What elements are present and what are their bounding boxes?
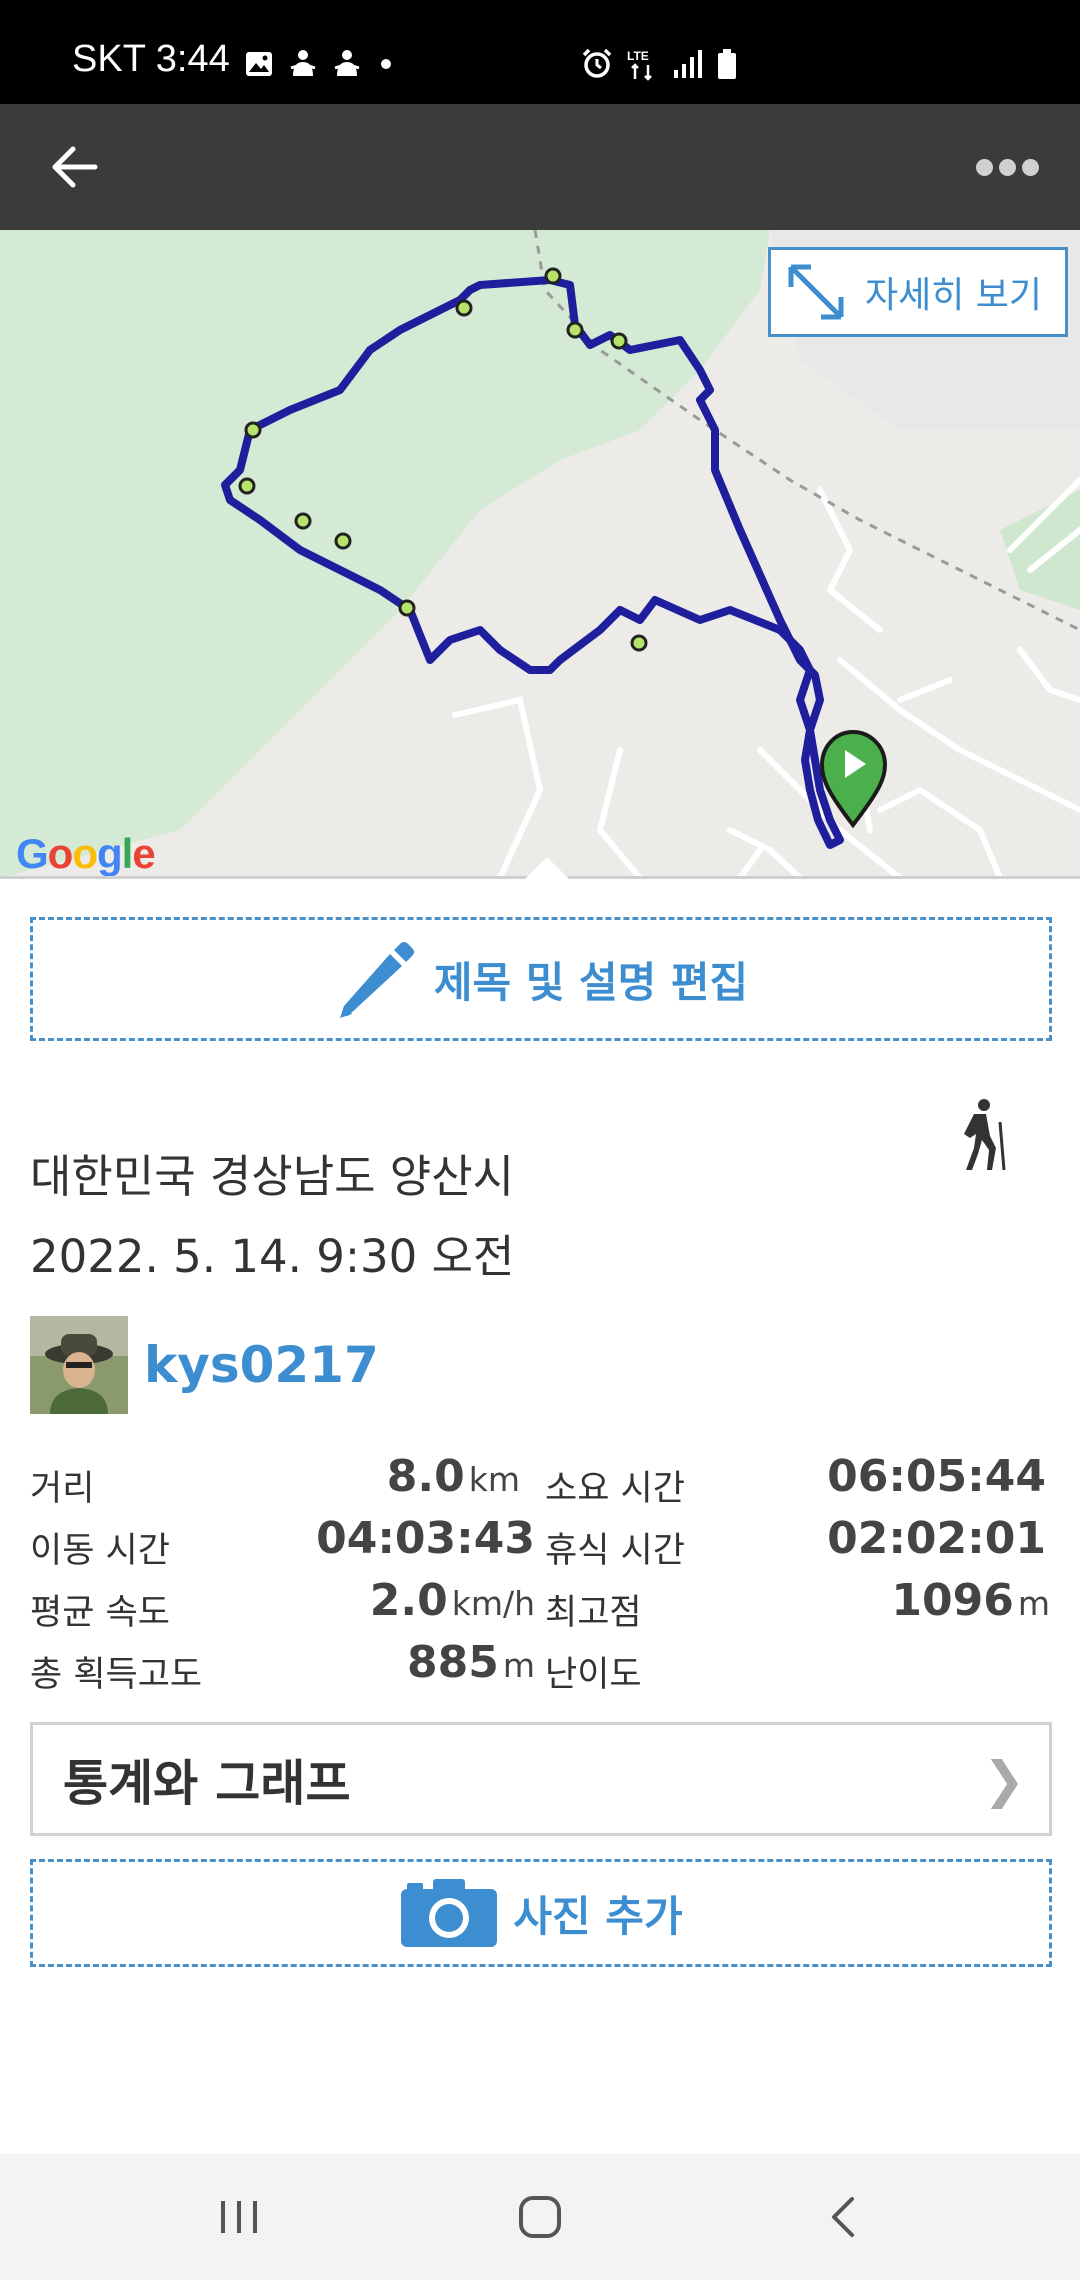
map-notch: [525, 857, 569, 879]
signal-icon: [674, 50, 702, 78]
datetime-text: 2022. 5. 14. 9:30 오전: [30, 1230, 515, 1283]
username[interactable]: kys0217: [144, 1336, 379, 1394]
edit-title-description-button[interactable]: 제목 및 설명 편집: [30, 917, 1052, 1041]
pencil-icon: [339, 942, 414, 1018]
view-details-button[interactable]: 자세히 보기: [768, 247, 1068, 337]
home-icon: [519, 2196, 561, 2238]
route-map[interactable]: 자세히 보기 Google: [0, 230, 1080, 878]
status-time: SKT 3:44: [72, 38, 230, 80]
stats-graph-label: 통계와 그래프: [63, 1754, 351, 1812]
stat-moving-time-label: 이동 시간: [30, 1531, 170, 1571]
more-options-button[interactable]: [962, 144, 1052, 190]
stat-total-time-value: 06:05:44: [827, 1451, 1046, 1502]
start-marker: [819, 729, 888, 829]
dot-icon: [381, 59, 391, 69]
home-button[interactable]: [500, 2188, 580, 2246]
svg-text:LTE: LTE: [627, 49, 649, 63]
status-right-icons: LTE: [580, 44, 738, 84]
stat-avg-speed-label: 평균 속도: [30, 1593, 170, 1633]
more-dots-icon: [975, 158, 993, 176]
recents-icon: [221, 2201, 257, 2233]
system-nav-bar: [0, 2154, 1080, 2280]
view-details-label: 자세히 보기: [865, 275, 1043, 316]
more-dots-icon: [998, 158, 1016, 176]
stat-rest-time-value: 02:02:01: [827, 1513, 1046, 1564]
expand-icon: [788, 264, 844, 320]
more-dots-icon: [1021, 158, 1039, 176]
stat-moving-time-value: 04:03:43: [316, 1513, 535, 1564]
stat-distance-value: 8.0 km: [386, 1451, 520, 1502]
stat-difficulty-label: 난이도: [545, 1655, 642, 1695]
screen: SKT 3:44 LTE 자세히 보기 Google 제목 및 설명 편집 대한…: [0, 0, 1080, 2280]
back-icon: [832, 2197, 854, 2237]
alarm-icon: [582, 48, 612, 78]
status-left-icons: [244, 44, 396, 84]
stat-rest-time-label: 휴식 시간: [545, 1531, 685, 1571]
add-photo-label: 사진 추가: [513, 1891, 683, 1941]
nav-back-button[interactable]: [803, 2188, 883, 2246]
stat-max-elevation-label: 최고점: [545, 1593, 642, 1633]
stat-total-time-label: 소요 시간: [545, 1469, 685, 1509]
add-photo-button[interactable]: 사진 추가: [30, 1859, 1052, 1967]
stat-total-ascent-value: 885 m: [406, 1637, 535, 1688]
status-bar: SKT 3:44 LTE: [0, 0, 1080, 104]
stat-avg-speed-value: 2.0 km/h: [369, 1575, 535, 1626]
app-bar: [0, 104, 1080, 230]
arrow-left-icon: [52, 146, 98, 188]
back-button[interactable]: [40, 134, 110, 200]
google-attribution: Google: [16, 830, 156, 877]
location-text: 대한민국 경상남도 양산시: [30, 1150, 515, 1203]
user-row[interactable]: kys0217: [30, 1316, 379, 1414]
lte-icon: LTE: [627, 49, 652, 81]
battery-icon: [718, 49, 736, 79]
stat-distance-label: 거리: [30, 1469, 95, 1509]
recents-button[interactable]: [199, 2188, 279, 2246]
app-notification-icon: [290, 50, 316, 76]
app-notification-icon: [334, 50, 360, 76]
stat-max-elevation-value: 1096 m: [891, 1575, 1050, 1626]
stats-graph-button[interactable]: 통계와 그래프 ❯: [30, 1722, 1052, 1836]
avatar[interactable]: [30, 1316, 128, 1414]
stat-total-ascent-label: 총 획득고도: [30, 1655, 203, 1695]
chevron-right-icon: ❯: [983, 1751, 1025, 1809]
camera-icon: [401, 1879, 498, 1947]
image-icon: [246, 52, 272, 76]
edit-title-label: 제목 및 설명 편집: [433, 957, 749, 1007]
hiking-icon: [964, 1099, 1006, 1171]
